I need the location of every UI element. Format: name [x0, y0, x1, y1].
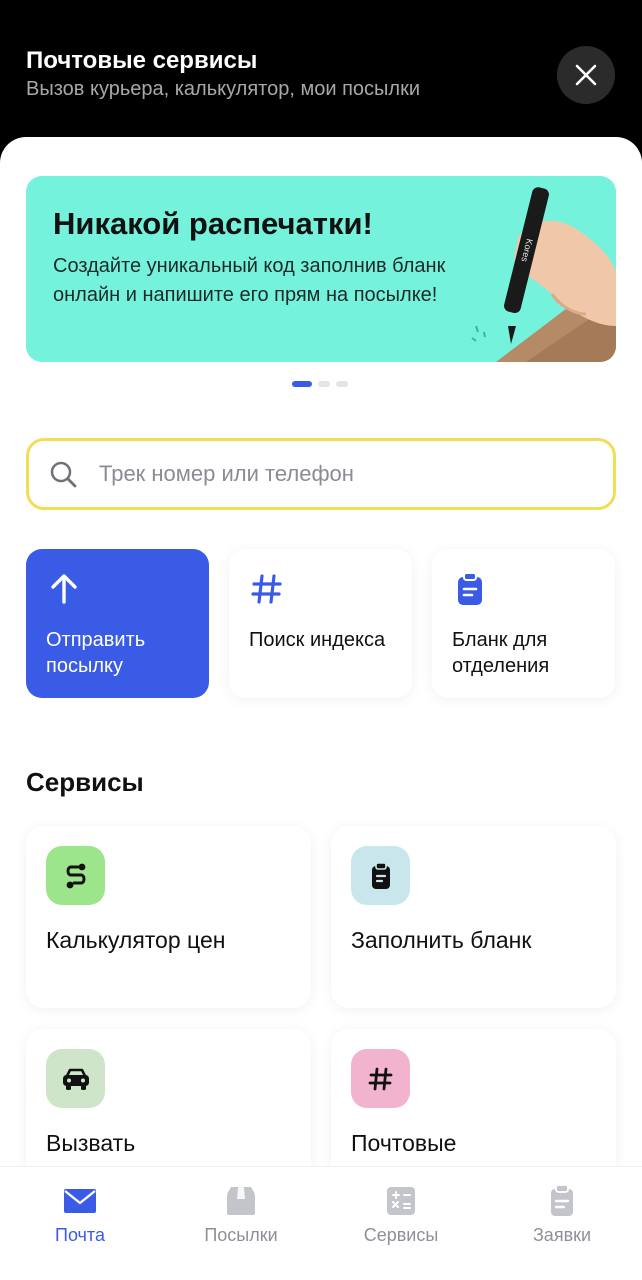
service-card-fill-form[interactable]: Заполнить бланк [331, 826, 616, 1008]
carousel-indicator [292, 381, 348, 387]
tab-label: Почта [55, 1225, 105, 1245]
arrow-up-icon [51, 574, 77, 604]
car-icon [46, 1049, 105, 1108]
tab-label: Посылки [204, 1225, 278, 1245]
search-input[interactable] [99, 455, 589, 493]
clipboard-icon [351, 846, 410, 905]
branch-form-label: Бланк для отделения [452, 629, 550, 677]
clipboard-icon [551, 1184, 573, 1216]
mail-icon [64, 1189, 96, 1213]
tab-mail[interactable]: Почта [0, 1167, 160, 1280]
find-index-button[interactable]: Поиск индекса [229, 549, 412, 698]
route-icon [46, 846, 105, 905]
service-card-price-calculator[interactable]: Калькулятор цен [26, 826, 311, 1008]
service-label: Калькулятор цен [46, 927, 226, 953]
service-label: Заполнить бланк [351, 927, 532, 953]
package-icon [227, 1187, 255, 1215]
hash-icon [251, 574, 282, 604]
send-parcel-button[interactable]: Отправить посылку [26, 549, 209, 698]
bottom-sheet: Никакой распечатки! Создайте уникальный … [0, 137, 642, 1280]
search-icon [50, 461, 77, 488]
carousel-dot[interactable] [336, 381, 348, 387]
banner-text: Создайте уникальный код заполнив бланк о… [53, 255, 446, 306]
banner-title: Никакой распечатки! [53, 206, 373, 241]
close-icon [575, 64, 597, 86]
tab-bar: Почта Посылки Сервисы Заявки [0, 1166, 642, 1280]
tab-label: Сервисы [363, 1225, 439, 1245]
service-label: Почтовые [351, 1130, 457, 1156]
clipboard-icon [458, 572, 482, 605]
header: Почтовые сервисы Вызов курьера, калькуля… [0, 0, 642, 140]
page-subtitle: Вызов курьера, калькулятор, мои посылки [26, 78, 420, 100]
page-title: Почтовые сервисы [26, 47, 258, 74]
services-heading: Сервисы [26, 767, 144, 797]
hash-icon [351, 1049, 410, 1108]
close-button[interactable] [557, 46, 615, 104]
send-parcel-label: Отправить посылку [46, 629, 146, 677]
search-field[interactable] [26, 438, 616, 510]
tab-services[interactable]: Сервисы [321, 1167, 481, 1280]
tab-parcels[interactable]: Посылки [161, 1167, 321, 1280]
carousel-dot-active[interactable] [292, 381, 312, 387]
branch-form-button[interactable]: Бланк для отделения [432, 549, 615, 698]
calculator-icon [387, 1187, 415, 1215]
tab-label: Заявки [532, 1225, 592, 1245]
hand-with-pen-image: Kores [471, 187, 616, 362]
find-index-label: Поиск индекса [249, 629, 386, 651]
tab-requests[interactable]: Заявки [482, 1167, 642, 1280]
carousel-dot[interactable] [318, 381, 330, 387]
service-label: Вызвать [46, 1130, 136, 1156]
promo-banner[interactable]: Никакой распечатки! Создайте уникальный … [26, 176, 616, 362]
